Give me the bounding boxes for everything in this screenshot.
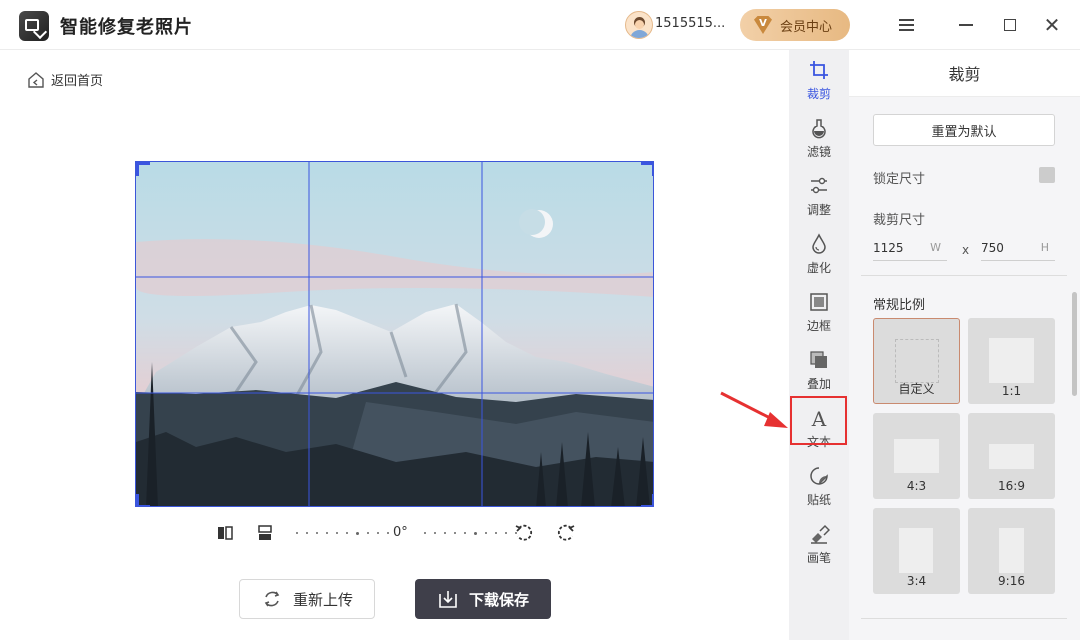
tool-label: 滤镜 [806,145,831,159]
vip-center-button[interactable]: V 会员中心 [740,9,850,41]
app-window: 智能修复老照片 1515515... V 会员中心 ✕ 返回首页 0° 重新上传… [0,0,1080,640]
divider [861,275,1067,276]
panel-title: 裁剪 [849,50,1080,97]
annotation-arrow [720,391,788,428]
overlay-icon [810,351,827,368]
width-value: 1125 [873,240,904,255]
ratio-16-9[interactable]: 16:9 [968,413,1055,499]
sticker-icon [810,467,828,485]
flip-vertical-icon[interactable] [254,522,276,544]
rotation-scale-left[interactable] [296,531,389,535]
ratio-heading: 常规比例 [873,298,926,313]
ratio-label: 3:4 [906,574,927,588]
tool-sidebar: 裁剪 滤镜 调整 虚化 边框 叠加 A 文本 贴纸 画笔 [789,50,849,640]
rotation-angle: 0° [393,525,408,540]
tool-sticker[interactable]: 贴纸 [789,458,849,514]
height-field[interactable]: 750 H [981,235,1055,261]
tool-label: 画笔 [806,551,831,565]
rotation-scale-right[interactable] [424,531,517,535]
transform-toolbar: 0° [210,520,590,546]
reupload-label: 重新上传 [292,590,353,609]
reset-default-button[interactable]: 重置为默认 [873,114,1055,146]
crop-settings-panel: 裁剪 重置为默认 锁定尺寸 裁剪尺寸 1125 W x 750 H 常规比例 自… [849,50,1080,640]
mountain-photo [136,162,653,506]
brush-icon [811,524,830,544]
app-logo-icon [19,11,49,41]
ratio-9-16[interactable]: 9:16 [968,508,1055,594]
tool-blur[interactable]: 虚化 [789,226,849,282]
width-field[interactable]: 1125 W [873,235,947,261]
tool-label: 贴纸 [806,493,831,507]
tool-brush[interactable]: 画笔 [789,516,849,572]
crop-size-label: 裁剪尺寸 [873,213,926,228]
tool-label: 裁剪 [806,87,831,101]
tool-adjust[interactable]: 调整 [789,168,849,224]
download-save-label: 下载保存 [468,590,529,609]
back-home-link[interactable]: 返回首页 [27,70,103,89]
tool-crop[interactable]: 裁剪 [789,52,849,108]
refresh-icon [264,591,280,607]
crop-icon [810,61,828,79]
app-title: 智能修复老照片 [60,17,193,38]
height-unit: H [1040,241,1049,254]
frame-icon [810,293,828,311]
minimize-icon[interactable] [953,12,979,38]
tool-frame[interactable]: 边框 [789,284,849,340]
tool-label: 叠加 [806,377,831,391]
close-icon[interactable]: ✕ [1039,12,1065,38]
ratio-4-3[interactable]: 4:3 [873,413,960,499]
flip-horizontal-icon[interactable] [214,522,236,544]
tool-label: 虚化 [806,261,831,275]
ratio-1-1[interactable]: 1:1 [968,318,1055,404]
maximize-icon[interactable] [997,12,1023,38]
title-bar: 智能修复老照片 1515515... V 会员中心 ✕ [0,0,1080,50]
tool-filter[interactable]: 滤镜 [789,110,849,166]
ratio-3-4[interactable]: 3:4 [873,508,960,594]
back-home-label: 返回首页 [51,74,104,89]
blur-drop-icon [812,233,826,254]
menu-icon[interactable] [893,12,919,38]
ratio-custom[interactable]: 自定义 [873,318,960,404]
adjust-sliders-icon [811,177,827,194]
vip-badge-icon: V [754,16,772,34]
divider [861,618,1067,619]
download-icon [439,591,457,608]
width-unit: W [930,241,941,254]
rotate-left-icon[interactable] [513,522,535,544]
vip-center-label: 会员中心 [780,19,833,35]
lock-size-checkbox[interactable] [1039,167,1055,183]
ratio-label: 16:9 [998,479,1025,493]
image-canvas[interactable] [135,161,654,507]
ratio-label: 1:1 [1001,384,1022,398]
panel-scrollbar[interactable] [1072,292,1077,396]
reupload-button[interactable]: 重新上传 [239,579,375,619]
download-save-button[interactable]: 下载保存 [415,579,551,619]
text-tool-highlight [790,396,847,445]
user-avatar[interactable] [625,11,653,39]
rotate-right-icon[interactable] [555,522,577,544]
ratio-label: 4:3 [906,479,927,493]
tool-label: 调整 [806,203,831,217]
tool-overlay[interactable]: 叠加 [789,342,849,398]
ratio-label: 9:16 [998,574,1025,588]
home-back-icon [28,71,44,88]
ratio-label: 自定义 [898,382,935,396]
height-value: 750 [981,240,1004,255]
filter-flask-icon [812,119,826,139]
lock-size-label: 锁定尺寸 [873,172,926,187]
times-sign: x [962,243,970,257]
username[interactable]: 1515515... [655,16,725,31]
tool-label: 边框 [806,319,831,333]
